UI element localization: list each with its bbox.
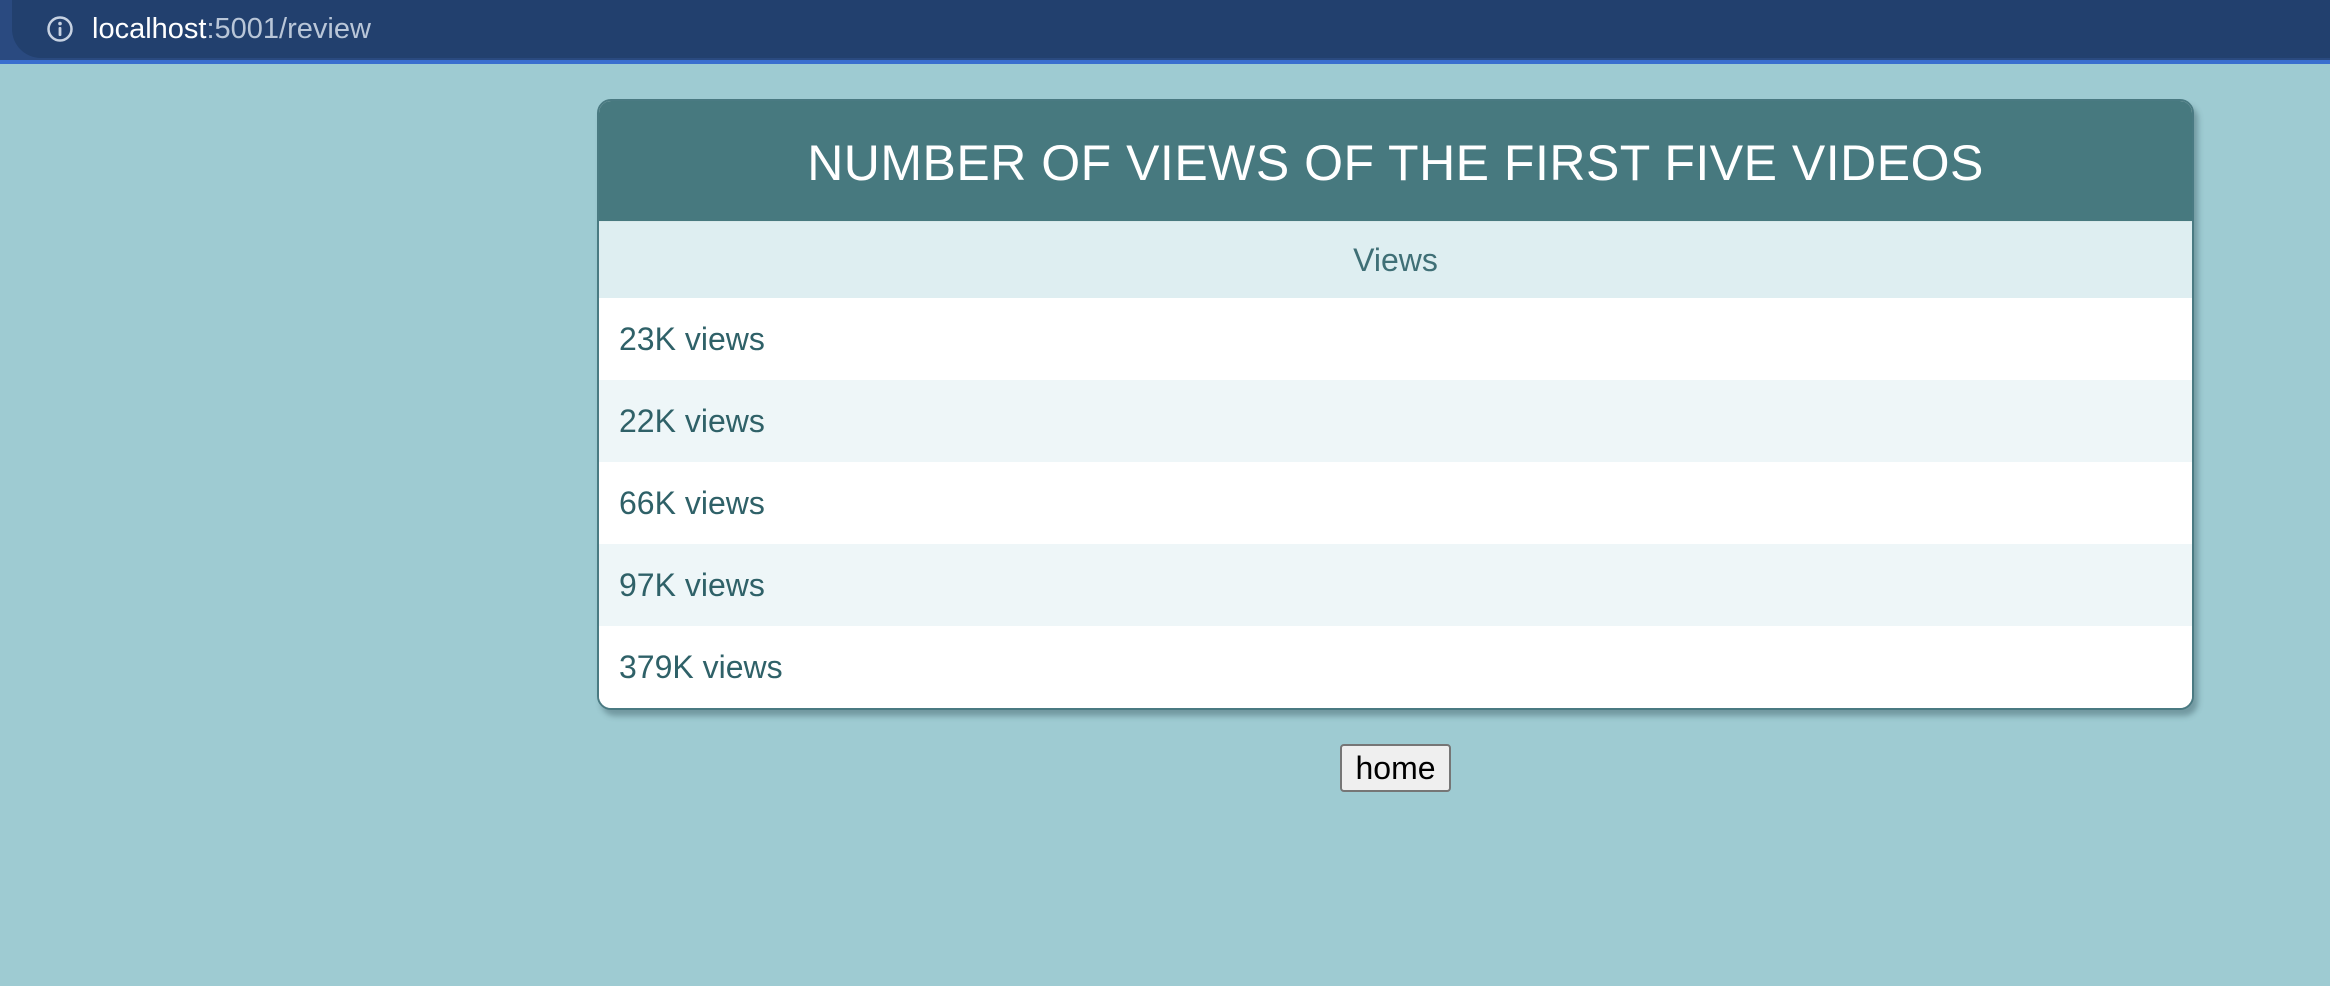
table-cell: 379K views — [599, 626, 2192, 708]
url-text[interactable]: localhost:5001/review — [92, 12, 371, 46]
table-row: 97K views — [599, 544, 2192, 626]
table-row: 379K views — [599, 626, 2192, 708]
url-host: localhost — [92, 13, 207, 45]
table-row: 66K views — [599, 462, 2192, 544]
table-cell: 23K views — [599, 298, 2192, 380]
views-table: Views 23K views 22K views 66K views 97K … — [599, 222, 2192, 708]
url-path: :5001/review — [206, 13, 371, 45]
column-header-views: Views — [599, 222, 2192, 298]
browser-toolbar: localhost:5001/review — [0, 0, 2330, 64]
home-button[interactable]: home — [1340, 744, 1451, 792]
views-card: NUMBER OF VIEWS OF THE FIRST FIVE VIDEOS… — [597, 99, 2194, 710]
address-bar[interactable]: localhost:5001/review — [12, 0, 2330, 58]
table-cell: 66K views — [599, 462, 2192, 544]
table-cell: 22K views — [599, 380, 2192, 462]
info-circle-icon[interactable] — [46, 15, 74, 43]
card-header: NUMBER OF VIEWS OF THE FIRST FIVE VIDEOS — [599, 101, 2192, 222]
table-row: 23K views — [599, 298, 2192, 380]
table-cell: 97K views — [599, 544, 2192, 626]
page-title: NUMBER OF VIEWS OF THE FIRST FIVE VIDEOS — [807, 135, 1984, 191]
table-row: 22K views — [599, 380, 2192, 462]
table-header-row: Views — [599, 222, 2192, 298]
